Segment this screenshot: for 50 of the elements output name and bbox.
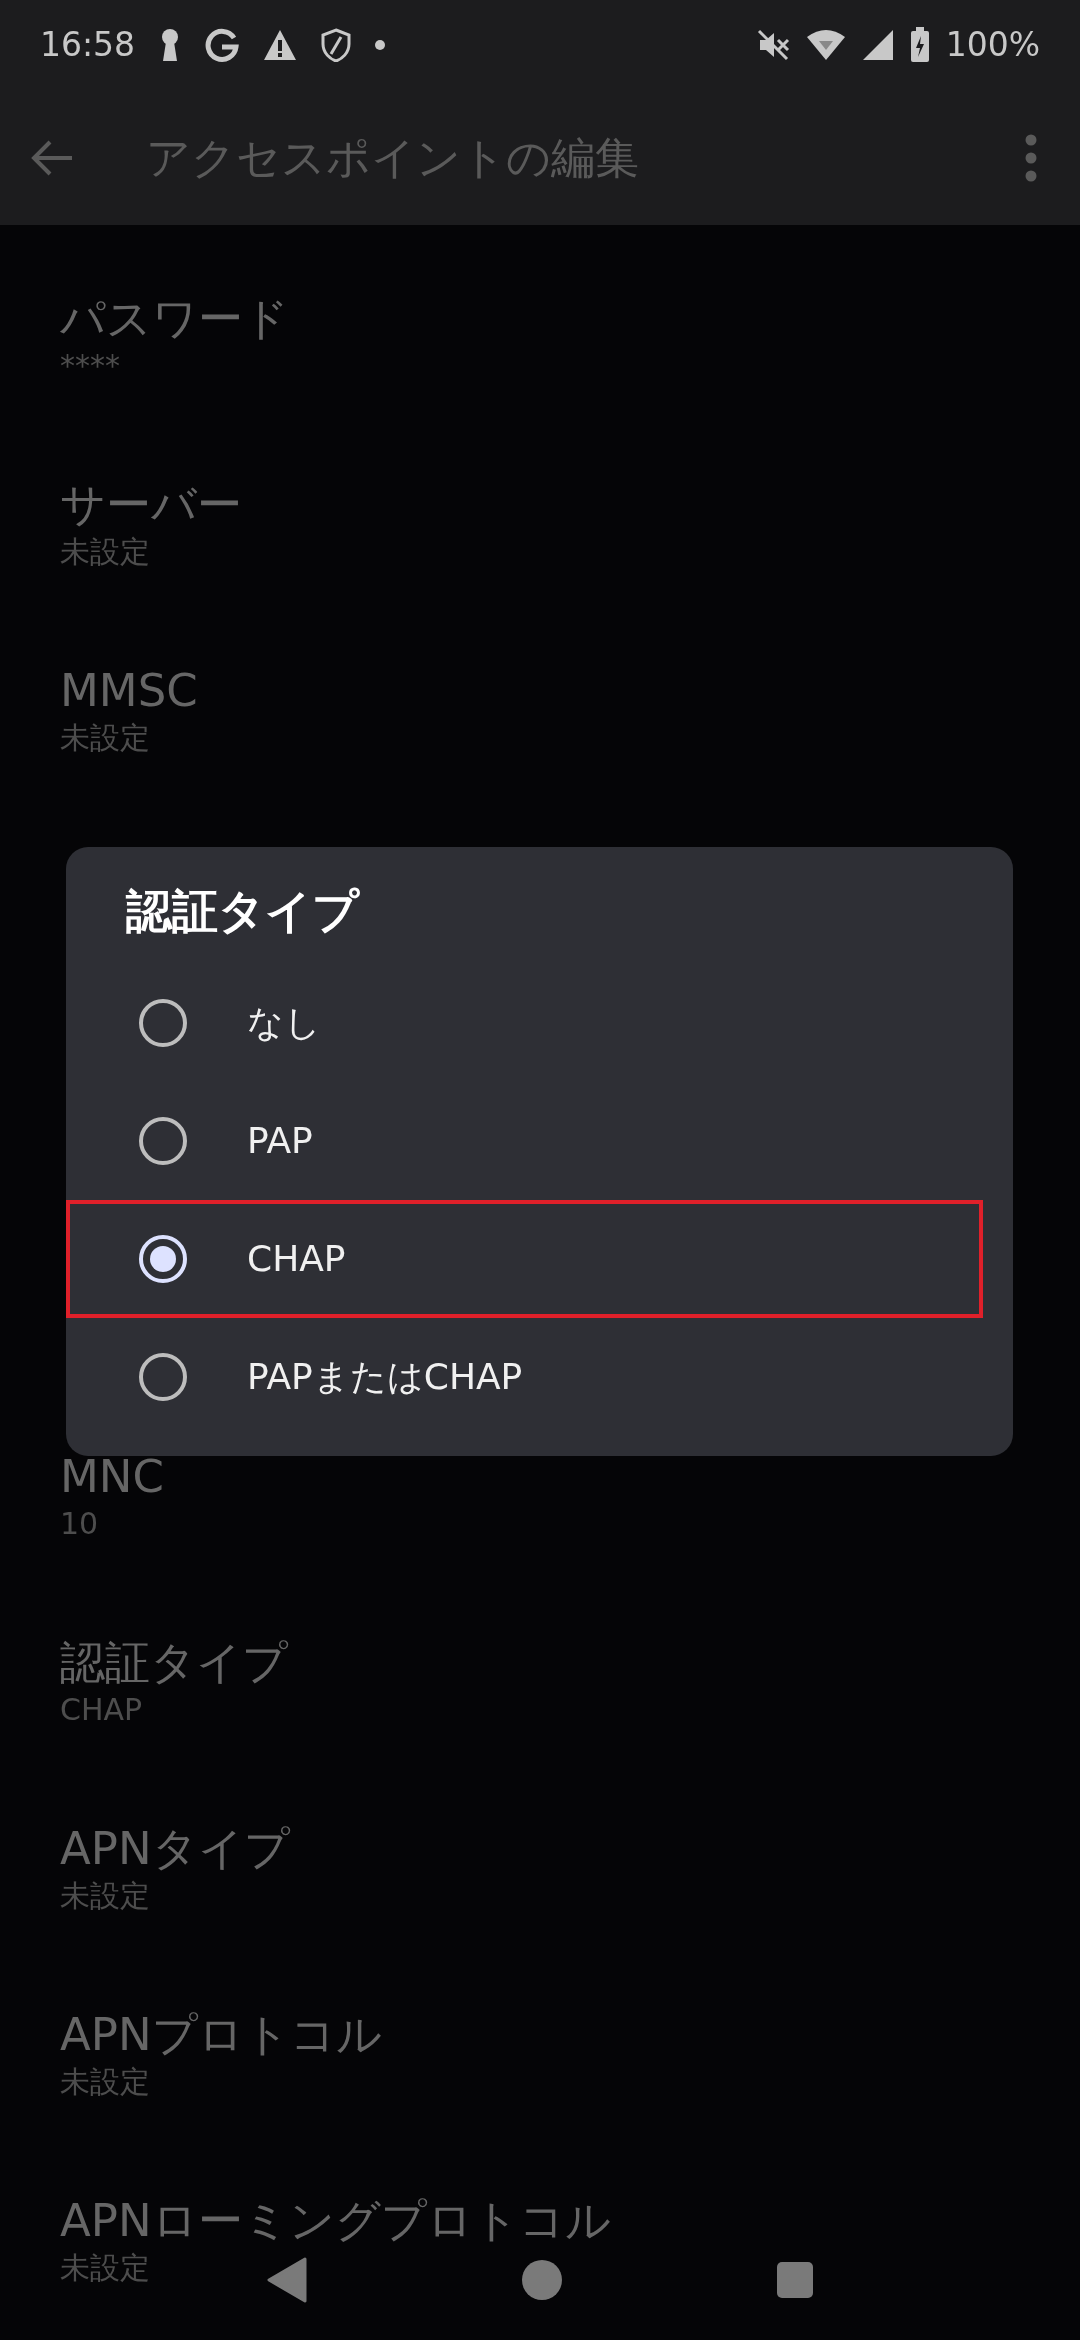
setting-item[interactable]: APNローミングプロトコル 未設定 xyxy=(0,2172,671,2340)
setting-value: **** xyxy=(60,347,120,385)
option-label: CHAP xyxy=(247,1237,346,1281)
setting-title: MMSC xyxy=(60,664,198,718)
back-triangle-icon[interactable] xyxy=(267,2257,307,2303)
option-label: PAPまたはCHAP xyxy=(247,1355,523,1399)
signal-icon xyxy=(861,29,894,61)
option-label: なし xyxy=(247,1001,321,1045)
more-menu-icon[interactable] xyxy=(1024,133,1038,182)
radio-button[interactable] xyxy=(139,1117,187,1165)
warning-icon xyxy=(263,29,298,61)
setting-item[interactable]: MMSC 未設定 xyxy=(0,642,258,828)
setting-item[interactable]: パスワード **** xyxy=(0,270,349,456)
setting-value: 未設定 xyxy=(60,1877,150,1915)
radio-button[interactable] xyxy=(139,999,187,1047)
setting-value: 未設定 xyxy=(60,533,150,571)
setting-item[interactable]: 認証タイプ CHAP xyxy=(0,1614,348,1800)
setting-value: 未設定 xyxy=(60,2249,150,2287)
battery-icon xyxy=(909,27,930,63)
radio-option[interactable]: CHAP xyxy=(66,1200,983,1318)
radio-option[interactable]: なし xyxy=(66,964,983,1082)
setting-value: 10 xyxy=(60,1505,99,1543)
setting-title: MNC xyxy=(60,1450,164,1504)
setting-item[interactable]: APNプロトコル 未設定 xyxy=(0,1986,442,2172)
radio-option[interactable]: PAPまたはCHAP xyxy=(66,1318,983,1436)
setting-value: CHAP xyxy=(60,1691,143,1729)
g-letter-icon xyxy=(205,28,240,62)
radio-option[interactable]: PAP xyxy=(66,1082,983,1200)
wifi-icon xyxy=(805,29,846,61)
radio-button[interactable] xyxy=(139,1235,187,1283)
clock-time: 16:58 xyxy=(40,24,136,67)
setting-item[interactable]: APNタイプ 未設定 xyxy=(0,1800,350,1986)
setting-title: APNタイプ xyxy=(60,1822,290,1876)
setting-title: サーバー xyxy=(60,478,242,532)
muted-speaker-icon xyxy=(755,28,790,62)
dot-icon xyxy=(375,40,386,50)
setting-value: 未設定 xyxy=(60,2063,150,2101)
screen-title: アクセスポイントの編集 xyxy=(146,130,639,185)
shield-icon xyxy=(321,28,352,62)
setting-title: APNプロトコル xyxy=(60,2008,382,2062)
battery-percent: 100% xyxy=(945,24,1040,67)
option-label: PAP xyxy=(247,1119,313,1163)
setting-title: APNローミングプロトコル xyxy=(60,2194,611,2248)
setting-title: 認証タイプ xyxy=(60,1636,288,1690)
dialog-title: 認証タイプ xyxy=(124,883,361,940)
setting-value: 未設定 xyxy=(60,719,150,757)
setting-title: パスワード xyxy=(60,292,289,346)
home-circle-icon[interactable] xyxy=(521,2259,563,2301)
radio-button[interactable] xyxy=(139,1353,187,1401)
setting-item[interactable]: サーバー 未設定 xyxy=(0,456,302,642)
